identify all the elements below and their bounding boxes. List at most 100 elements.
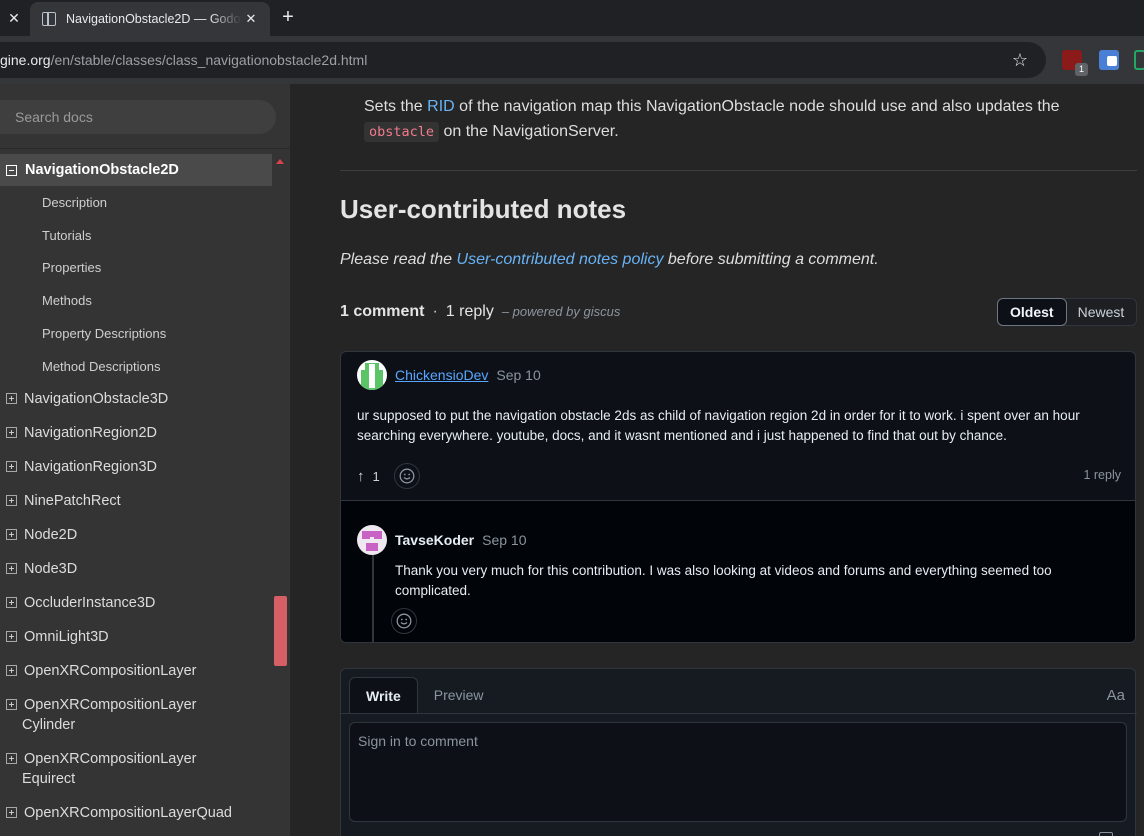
extension-badge: 1 bbox=[1075, 63, 1088, 76]
comment-count: 1 comment bbox=[340, 303, 425, 320]
tab-close-icon[interactable]: ✕ bbox=[242, 11, 260, 27]
add-reaction-button[interactable] bbox=[393, 463, 420, 489]
ublock-extension-icon[interactable]: 1 bbox=[1062, 50, 1088, 76]
reply-body: Thank you very much for this contributio… bbox=[395, 563, 1052, 598]
nav-item-openxrcompositionlayercylinder[interactable]: OpenXRCompositionLayer Cylinder bbox=[0, 689, 272, 743]
docs-main-content: Sets the RID of the navigation map this … bbox=[290, 84, 1144, 836]
markdown-icon bbox=[1099, 832, 1113, 836]
docs-favicon-icon bbox=[42, 12, 56, 26]
nav-sub-description[interactable]: Description bbox=[0, 186, 272, 219]
reply-header: TavseKoder Sep 10 bbox=[357, 525, 526, 555]
expand-icon[interactable] bbox=[6, 460, 17, 472]
upvote-button[interactable]: ↑ 1 bbox=[357, 468, 380, 485]
nav-item-openxrcompositionlayerquad[interactable]: OpenXRCompositionLayerQuad bbox=[0, 797, 272, 831]
expand-icon[interactable] bbox=[6, 562, 17, 574]
expand-icon[interactable] bbox=[6, 426, 17, 438]
search-docs-box[interactable] bbox=[0, 100, 276, 134]
expand-icon[interactable] bbox=[6, 596, 17, 608]
tab-preview[interactable]: Preview bbox=[418, 677, 500, 714]
nav-item-navigationobstacle3d[interactable]: NavigationObstacle3D bbox=[0, 383, 272, 417]
method-description: Sets the RID of the navigation map this … bbox=[364, 94, 1124, 145]
nav-sub-property-descriptions[interactable]: Property Descriptions bbox=[0, 317, 272, 350]
expand-icon[interactable] bbox=[6, 528, 17, 540]
expand-icon[interactable] bbox=[6, 630, 17, 642]
address-bar[interactable]: gine.org/en/stable/classes/class_navigat… bbox=[0, 42, 1046, 78]
previous-tab-close-icon[interactable]: ✕ bbox=[0, 0, 28, 36]
nav-item-current[interactable]: NavigationObstacle2D bbox=[0, 154, 272, 186]
url-text: gine.org/en/stable/classes/class_navigat… bbox=[0, 52, 367, 68]
section-divider bbox=[340, 170, 1137, 171]
extension-icon[interactable] bbox=[1134, 50, 1144, 70]
nav-item-node3d[interactable]: Node3D bbox=[0, 553, 272, 587]
expand-icon[interactable] bbox=[6, 806, 17, 818]
nav-item-label: NavigationRegion3D bbox=[24, 458, 157, 475]
separator-dot: · bbox=[432, 303, 438, 320]
nav-item-omnilight3d[interactable]: OmniLight3D bbox=[0, 621, 272, 655]
scroll-up-arrow-icon[interactable] bbox=[276, 159, 284, 164]
desc-text: Sets the bbox=[364, 98, 428, 115]
obstacle-code: obstacle bbox=[364, 122, 440, 142]
reply-count: 1 reply bbox=[445, 303, 494, 320]
nav-item-label-line2: Cylinder bbox=[22, 716, 76, 733]
tab-navigationobstacle2d[interactable]: NavigationObstacle2D — Godot Engine docu… bbox=[30, 2, 270, 36]
expand-icon[interactable] bbox=[6, 664, 17, 676]
rid-link[interactable]: RID bbox=[427, 98, 455, 115]
avatar[interactable] bbox=[357, 360, 387, 390]
nav-item-node2d[interactable]: Node2D bbox=[0, 519, 272, 553]
nav-item-label: NavigationObstacle3D bbox=[24, 390, 169, 407]
expand-icon[interactable] bbox=[6, 392, 17, 404]
editor-tabs: Write Preview bbox=[349, 677, 500, 714]
avatar[interactable] bbox=[357, 525, 387, 555]
docs-sidebar: NavigationObstacle2D Description Tutoria… bbox=[0, 84, 290, 836]
expand-icon[interactable] bbox=[6, 494, 17, 506]
sort-oldest-button[interactable]: Oldest bbox=[997, 298, 1067, 326]
nav-item-ninepatchrect[interactable]: NinePatchRect bbox=[0, 485, 272, 519]
sidebar-scrollbar-thumb[interactable] bbox=[274, 596, 287, 666]
nav-item-openxrcompositionlayerequirect[interactable]: OpenXRCompositionLayer Equirect bbox=[0, 743, 272, 797]
notes-policy-link[interactable]: User-contributed notes policy bbox=[457, 251, 664, 268]
nav-item-navigationregion2d[interactable]: NavigationRegion2D bbox=[0, 417, 272, 451]
add-reaction-button[interactable] bbox=[391, 608, 417, 634]
comment-date[interactable]: Sep 10 bbox=[496, 367, 540, 383]
search-docs-input[interactable] bbox=[15, 109, 255, 125]
nav-item-occluderinstance3d[interactable]: OccluderInstance3D bbox=[0, 587, 272, 621]
thread-line bbox=[372, 553, 374, 642]
reply-date[interactable]: Sep 10 bbox=[482, 532, 526, 548]
policy-notice: Please read the User-contributed notes p… bbox=[340, 251, 879, 269]
expand-icon[interactable] bbox=[6, 698, 17, 710]
translate-extension-icon[interactable] bbox=[1099, 50, 1119, 70]
nav-item-navigationregion3d[interactable]: NavigationRegion3D bbox=[0, 451, 272, 485]
comment-author-link[interactable]: ChickensioDev bbox=[395, 367, 488, 383]
nav-item-label: NavigationRegion2D bbox=[24, 424, 157, 441]
comment-textarea[interactable] bbox=[358, 733, 1118, 811]
notes-heading: User-contributed notes bbox=[340, 194, 627, 224]
sidebar-scrollbar-track[interactable] bbox=[272, 154, 290, 836]
nav-sub-tutorials[interactable]: Tutorials bbox=[0, 219, 272, 252]
nav-item-label: Node3D bbox=[24, 560, 78, 577]
replies-count: 1 reply bbox=[1083, 468, 1121, 482]
reply-author[interactable]: TavseKoder bbox=[395, 532, 474, 548]
bookmark-star-icon[interactable]: ☆ bbox=[1010, 50, 1030, 70]
nav-sub-methods[interactable]: Methods bbox=[0, 284, 272, 317]
powered-by-giscus[interactable]: – powered by giscus bbox=[502, 304, 621, 319]
reply-thread: TavseKoder Sep 10 Thank you very much fo… bbox=[341, 500, 1135, 642]
policy-text: Please read the bbox=[340, 251, 457, 268]
expand-icon[interactable] bbox=[6, 752, 17, 764]
nav-item-label: OpenXRCompositionLayer bbox=[24, 662, 197, 679]
tab-write[interactable]: Write bbox=[349, 677, 418, 714]
font-toggle-icon[interactable]: Aa bbox=[1107, 687, 1125, 704]
nav-item-label-line1: OpenXRCompositionLayer bbox=[24, 750, 197, 767]
tab-bar: ✕ NavigationObstacle2D — Godot Engine do… bbox=[0, 0, 1144, 36]
nav-item-label: OpenXRCompositionLayer Equirect bbox=[17, 749, 196, 789]
nav-sub-properties[interactable]: Properties bbox=[0, 252, 272, 285]
collapse-icon[interactable] bbox=[6, 164, 17, 176]
new-tab-icon[interactable]: + bbox=[278, 7, 298, 27]
sort-newest-button[interactable]: Newest bbox=[1066, 299, 1137, 325]
editor-divider bbox=[341, 713, 1137, 714]
nav-item-label-line1: OpenXRCompositionLayer bbox=[24, 696, 197, 713]
nav-item-openxrcompositionlayer[interactable]: OpenXRCompositionLayer bbox=[0, 655, 272, 689]
nav-sub-method-descriptions[interactable]: Method Descriptions bbox=[0, 350, 272, 383]
nav-item-label: NinePatchRect bbox=[24, 492, 121, 509]
desc-text: of the navigation map this NavigationObs… bbox=[454, 98, 1060, 115]
comment-textarea-wrapper[interactable] bbox=[349, 722, 1127, 822]
